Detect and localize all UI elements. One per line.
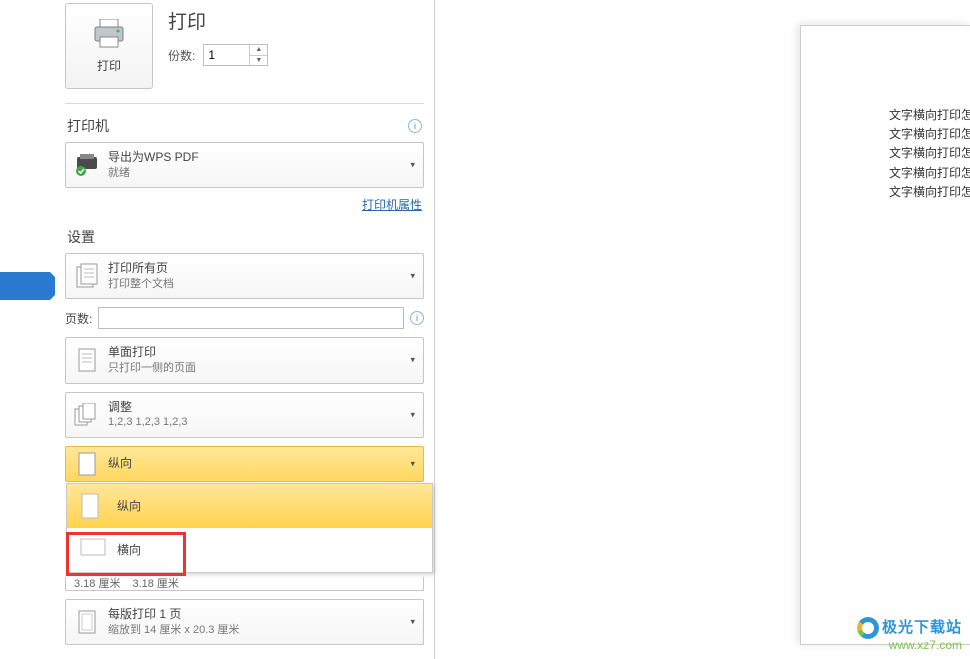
pages-icon xyxy=(74,263,100,289)
print-panel: 打印 打印 份数: ▲ ▼ 打印机 i xyxy=(55,0,435,659)
orientation-option-landscape[interactable]: 横向 xyxy=(67,528,432,572)
printer-select-text: 导出为WPS PDF 就绪 xyxy=(108,149,199,181)
info-icon[interactable]: i xyxy=(408,119,422,133)
print-header: 打印 打印 份数: ▲ ▼ xyxy=(65,3,424,104)
per-sheet-label: 每版打印 1 页 xyxy=(108,606,239,623)
orientation-option-list: 纵向 横向 xyxy=(66,483,433,573)
printer-section-title: 打印机 xyxy=(67,116,109,136)
duplex-sub: 只打印一侧的页面 xyxy=(108,361,196,376)
margin-fragment: 3.18 厘米 xyxy=(132,577,178,591)
preview-line: 文字横向打印怎 xyxy=(889,106,970,125)
print-header-right: 打印 份数: ▲ ▼ xyxy=(168,3,268,89)
printer-properties-link[interactable]: 打印机属性 xyxy=(362,198,422,212)
pages-input[interactable] xyxy=(98,307,404,329)
copies-spinner[interactable]: ▲ ▼ xyxy=(203,44,268,66)
watermark-url: www.xz7.com xyxy=(857,639,962,653)
copies-down[interactable]: ▼ xyxy=(250,56,267,66)
left-gutter xyxy=(0,0,55,659)
duplex-select[interactable]: 单面打印 只打印一侧的页面 xyxy=(65,337,424,383)
copies-up[interactable]: ▲ xyxy=(250,45,267,56)
pages-row: 页数: i xyxy=(65,307,424,329)
preview-line: 文字横向打印怎 xyxy=(889,183,970,202)
source-watermark: 极光下载站 www.xz7.com xyxy=(857,617,962,653)
sheet-icon xyxy=(74,609,100,635)
pages-label: 页数: xyxy=(65,310,92,327)
orientation-select[interactable]: 纵向 纵向 横向 xyxy=(65,446,424,482)
orientation-option-landscape-label: 横向 xyxy=(117,541,141,558)
print-button-label: 打印 xyxy=(97,57,121,74)
printer-icon xyxy=(91,19,127,49)
margins-partial: 3.18 厘米 3.18 厘米 xyxy=(65,577,424,591)
copies-row: 份数: ▲ ▼ xyxy=(168,44,268,66)
print-title: 打印 xyxy=(168,7,268,34)
printer-section-header: 打印机 i xyxy=(65,114,424,142)
settings-section-title: 设置 xyxy=(67,227,95,247)
print-range-label: 打印所有页 xyxy=(108,260,174,277)
orientation-current: 纵向 xyxy=(108,455,132,472)
portrait-icon xyxy=(74,451,100,477)
copies-input[interactable] xyxy=(204,45,249,65)
page-single-icon xyxy=(74,347,100,373)
preview-line: 文字横向打印怎 xyxy=(889,164,970,183)
collate-icon xyxy=(74,402,100,428)
printer-status-icon xyxy=(74,152,100,178)
collate-sub: 1,2,3 1,2,3 1,2,3 xyxy=(108,415,188,430)
watermark-name: 极光下载站 xyxy=(882,619,962,636)
settings-section-header: 设置 xyxy=(65,225,424,253)
duplex-label: 单面打印 xyxy=(108,344,196,361)
preview-body: 文字横向打印怎 文字横向打印怎 文字横向打印怎 文字横向打印怎 文字横向打印怎 xyxy=(889,106,970,202)
printer-properties-row: 打印机属性 xyxy=(65,196,422,213)
margin-fragment: 3.18 厘米 xyxy=(74,577,120,591)
per-sheet-sub: 缩放到 14 厘米 x 20.3 厘米 xyxy=(108,623,239,638)
printer-select[interactable]: 导出为WPS PDF 就绪 xyxy=(65,142,424,188)
orientation-option-portrait[interactable]: 纵向 xyxy=(67,484,432,528)
landscape-icon xyxy=(79,536,107,564)
portrait-icon xyxy=(79,492,107,520)
collate-label: 调整 xyxy=(108,399,188,416)
print-preview-page: 文字横向打印怎 文字横向打印怎 文字横向打印怎 文字横向打印怎 文字横向打印怎 xyxy=(800,25,970,645)
print-range-select[interactable]: 打印所有页 打印整个文档 xyxy=(65,253,424,299)
preview-line: 文字横向打印怎 xyxy=(889,125,970,144)
orientation-option-portrait-label: 纵向 xyxy=(117,497,141,514)
copies-label: 份数: xyxy=(168,47,195,64)
print-range-sub: 打印整个文档 xyxy=(108,277,174,292)
pages-per-sheet-select[interactable]: 每版打印 1 页 缩放到 14 厘米 x 20.3 厘米 xyxy=(65,599,424,645)
printer-status: 就绪 xyxy=(108,166,199,181)
watermark-logo-icon xyxy=(857,617,879,639)
printer-name: 导出为WPS PDF xyxy=(108,149,199,166)
collate-select[interactable]: 调整 1,2,3 1,2,3 1,2,3 xyxy=(65,392,424,438)
print-button[interactable]: 打印 xyxy=(65,3,153,89)
preview-line: 文字横向打印怎 xyxy=(889,144,970,163)
active-tab-indicator xyxy=(0,272,50,300)
info-icon[interactable]: i xyxy=(410,311,424,325)
